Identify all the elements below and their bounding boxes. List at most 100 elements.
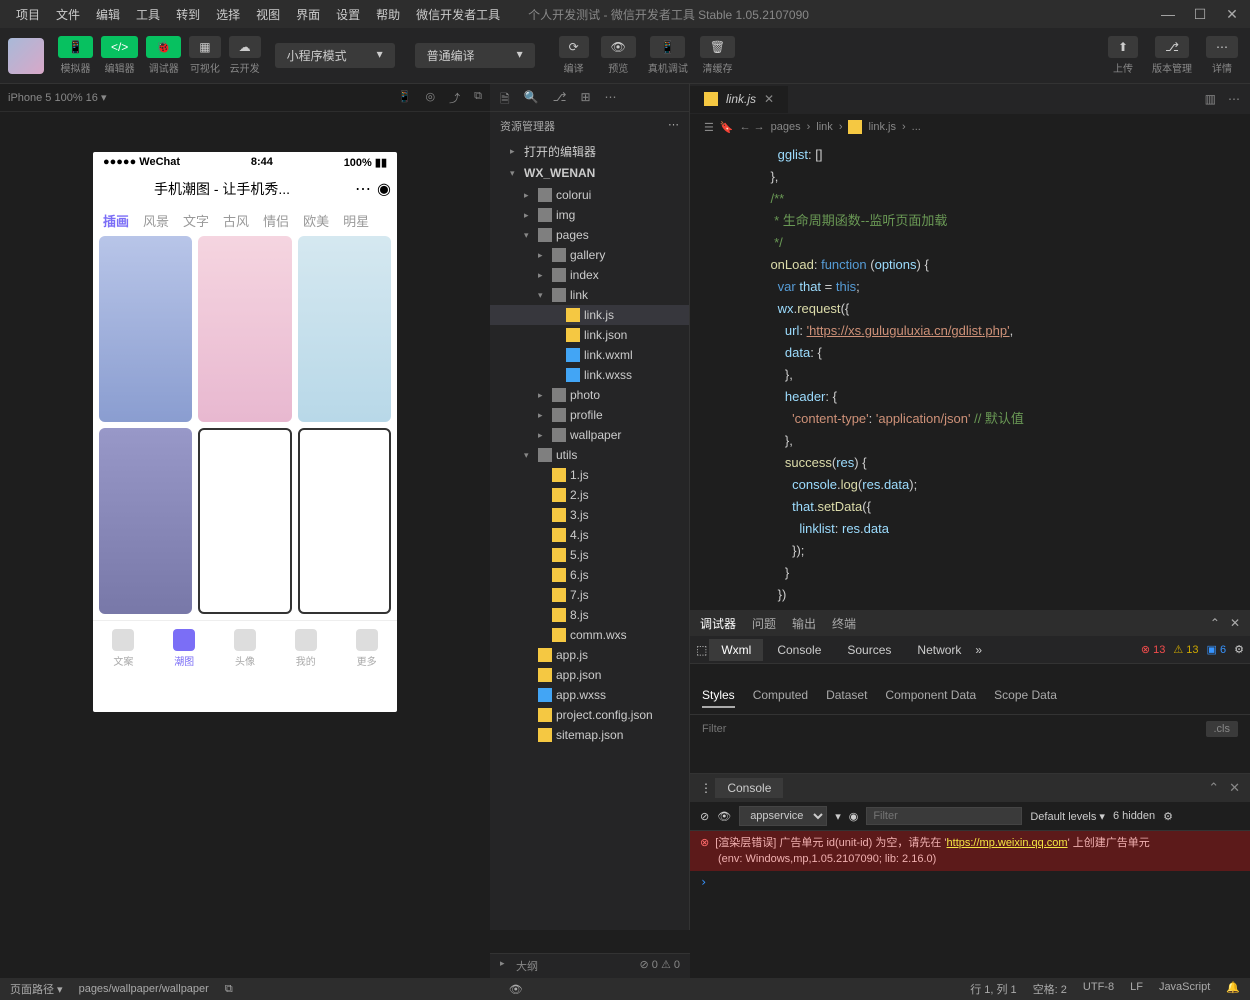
nav-copywriting[interactable]: 文案 [112,629,134,668]
panel-sources[interactable]: Sources [835,639,903,661]
file-link.js[interactable]: link.js [490,305,689,325]
menu-help[interactable]: 帮助 [368,6,408,23]
nav-wallpaper[interactable]: 潮图 [173,629,195,668]
menu-goto[interactable]: 转到 [168,6,208,23]
computed-tab[interactable]: Computed [753,688,808,708]
component-data-tab[interactable]: Component Data [885,688,976,708]
file-8.js[interactable]: 8.js [490,605,689,625]
minimize-button[interactable]: — [1158,6,1178,23]
tab-text[interactable]: 文字 [183,211,209,230]
panel-console[interactable]: Console [765,639,833,661]
file-comm.wxs[interactable]: comm.wxs [490,625,689,645]
capsule-close-icon[interactable]: ◉ [377,179,391,199]
git-icon[interactable]: ⎇ [553,90,567,105]
folder-img[interactable]: ▸img [490,205,689,225]
dataset-tab[interactable]: Dataset [826,688,867,708]
menu-tools[interactable]: 工具 [128,6,168,23]
copy-path-icon[interactable]: ⧉ [225,983,233,996]
explorer-more-icon[interactable]: ⋯ [668,118,679,134]
file-app.js[interactable]: app.js [490,645,689,665]
inspect-icon[interactable]: ⬚ [696,643,707,657]
capsule-menu-icon[interactable]: ⋯ [355,179,371,199]
sb-language[interactable]: JavaScript [1159,981,1210,997]
tab-ancient[interactable]: 古风 [223,211,249,230]
folder-profile[interactable]: ▸profile [490,405,689,425]
nav-avatar[interactable]: 头像 [234,629,256,668]
panel-overflow-icon[interactable]: » [975,643,982,657]
compile-button[interactable]: ⟳ [559,36,589,58]
sb-page-path-label[interactable]: 页面路径 ▾ [10,981,63,997]
console-expand-icon[interactable]: ⌃ [1208,780,1219,796]
avatar[interactable] [8,38,44,74]
breadcrumb[interactable]: ☰🔖 ← → pages › link › link.js › ... [690,114,1250,140]
debugger-button[interactable]: 🐞 [146,36,181,58]
wallpaper-card[interactable] [198,428,291,614]
wallpaper-card[interactable] [99,236,192,422]
console-filter-input[interactable] [866,807,1022,825]
maximize-button[interactable]: ☐ [1190,6,1210,23]
file-project.config.json[interactable]: project.config.json [490,705,689,725]
menu-file[interactable]: 文件 [48,6,88,23]
close-tab-icon[interactable]: ✕ [764,92,774,106]
file-app.json[interactable]: app.json [490,665,689,685]
menu-view[interactable]: 视图 [248,6,288,23]
nav-more[interactable]: 更多 [356,629,378,668]
sb-eol[interactable]: LF [1130,981,1143,997]
warning-badge[interactable]: ⚠ 13 [1173,643,1198,656]
split-editor-icon[interactable]: ▥ [1205,92,1216,106]
file-1.js[interactable]: 1.js [490,465,689,485]
levels-dropdown[interactable]: Default levels ▾ [1030,810,1105,823]
file-app.wxss[interactable]: app.wxss [490,685,689,705]
menu-interface[interactable]: 界面 [288,6,328,23]
console-close-icon[interactable]: ✕ [1229,780,1240,796]
file-2.js[interactable]: 2.js [490,485,689,505]
file-tab-link-js[interactable]: link.js ✕ [690,86,788,113]
preview-button[interactable]: 👁 [601,36,636,58]
ext-icon[interactable]: ⊞ [580,90,590,105]
folder-colorui[interactable]: ▸colorui [490,185,689,205]
device-selector[interactable]: iPhone 5 100% 16 ▾ [8,91,106,104]
console-prompt[interactable]: › [690,871,1250,893]
error-badge[interactable]: ⊗ 13 [1141,643,1166,656]
remote-debug-button[interactable]: 📱 [650,36,685,58]
scope-data-tab[interactable]: Scope Data [994,688,1057,708]
gear-icon[interactable]: ⚙ [1234,643,1244,656]
folder-index[interactable]: ▸index [490,265,689,285]
menu-settings[interactable]: 设置 [328,6,368,23]
block-icon[interactable]: ⊘ [700,810,709,823]
eye-icon[interactable]: 👁 [717,810,731,823]
compile-dropdown[interactable]: 普通编译▾ [415,43,535,68]
menu-select[interactable]: 选择 [208,6,248,23]
file-link.json[interactable]: link.json [490,325,689,345]
info-badge[interactable]: ▣ 6 [1207,643,1227,656]
dt-tab-debugger[interactable]: 调试器 [700,615,736,632]
folder-gallery[interactable]: ▸gallery [490,245,689,265]
styles-filter-input[interactable] [702,721,1206,737]
folder-pages[interactable]: ▾pages [490,225,689,245]
version-button[interactable]: ⎇ [1155,36,1189,58]
simulator-button[interactable]: 📱 [58,36,93,58]
editor-button[interactable]: </> [101,36,138,58]
menu-edit[interactable]: 编辑 [88,6,128,23]
sim-phone-icon[interactable]: 📱 [398,90,412,106]
folder-utils[interactable]: ▾utils [490,445,689,465]
panel-wxml[interactable]: Wxml [709,639,763,661]
code-editor[interactable]: gglist: [] }, /** * 生命周期函数--监听页面加载 */ on… [690,140,1250,610]
sim-target-icon[interactable]: ◎ [426,90,436,106]
tab-star[interactable]: 明星 [343,211,369,230]
context-selector[interactable]: appservice [739,806,827,826]
tab-scenery[interactable]: 风景 [143,211,169,230]
panel-network[interactable]: Network [905,639,973,661]
eye-status-icon[interactable]: 👁 [509,983,523,996]
file-7.js[interactable]: 7.js [490,585,689,605]
editor-more-icon[interactable]: ⋯ [1228,92,1240,106]
nav-mine[interactable]: 我的 [295,629,317,668]
close-button[interactable]: ✕ [1222,6,1242,23]
console-drawer-tab[interactable]: Console [715,778,783,798]
upload-button[interactable]: ⬆ [1108,36,1138,58]
sim-copy-icon[interactable]: ⧉ [474,90,482,106]
clear-cache-button[interactable]: 🗑 [700,36,735,58]
search-icon[interactable]: 🔍 [524,90,539,105]
mode-dropdown[interactable]: 小程序模式▾ [275,43,395,68]
visual-button[interactable]: ▦ [189,36,220,58]
